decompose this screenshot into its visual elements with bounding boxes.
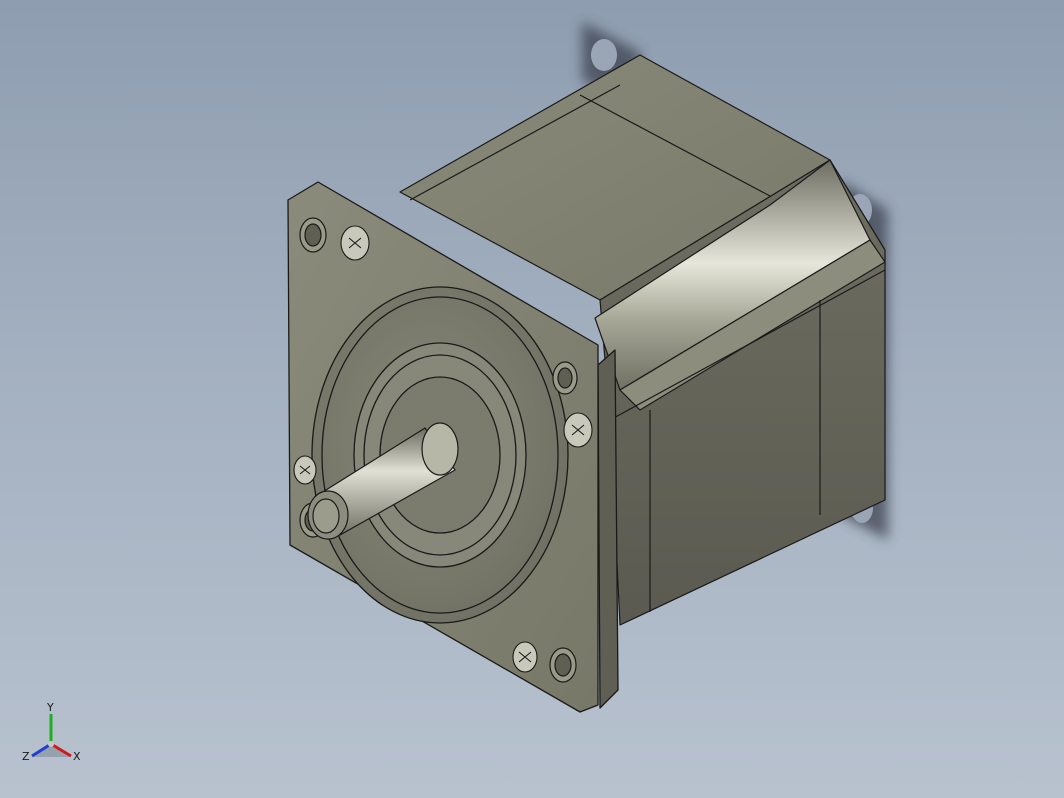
y-axis-label: Y [47,701,54,714]
stepper-motor-model[interactable] [0,0,1064,798]
cad-viewport[interactable]: Y X Z [0,0,1064,798]
screw-bottom [512,641,538,673]
x-axis-label: X [73,750,81,763]
screw-left [293,455,317,485]
screw-right [563,412,593,448]
screw-top-left [340,225,370,261]
view-orientation-triad[interactable]: Y X Z [18,702,88,772]
z-axis-label: Z [22,750,30,763]
